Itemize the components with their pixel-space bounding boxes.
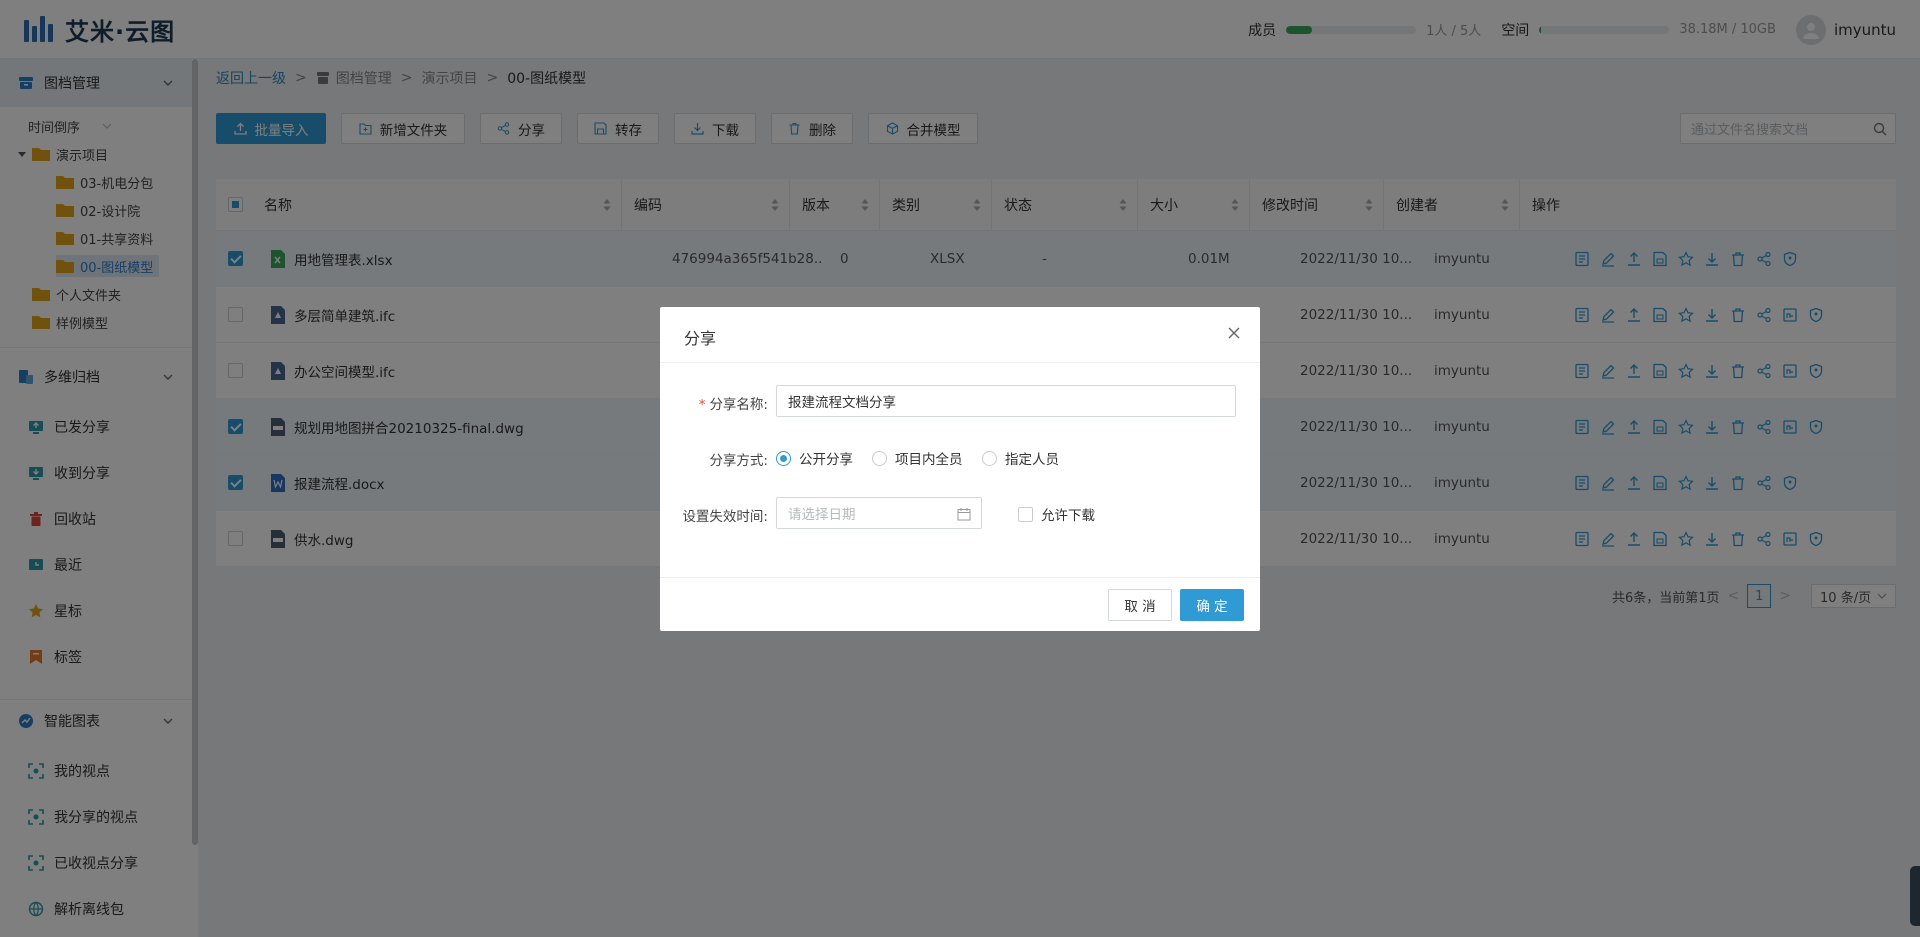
close-icon[interactable] — [1226, 325, 1242, 341]
radio-specified-people[interactable]: 指定人员 — [982, 448, 1059, 468]
radio-public-share[interactable]: 公开分享 — [776, 448, 853, 468]
divider — [660, 362, 1260, 363]
share-name-input[interactable]: 报建流程文档分享 — [776, 385, 1236, 417]
cancel-button[interactable]: 取 消 — [1108, 589, 1172, 621]
confirm-button[interactable]: 确 定 — [1180, 589, 1244, 621]
expire-date-picker[interactable]: 请选择日期 — [776, 497, 982, 529]
share-mode-label: 分享方式: — [709, 453, 768, 469]
expire-time-label: 设置失效时间: — [682, 509, 768, 525]
share-name-label: * 分享名称: — [698, 397, 768, 413]
divider — [660, 577, 1260, 578]
share-dialog: 分享 * 分享名称: 报建流程文档分享 分享方式: 公开分享 项目内全员 指定人员… — [660, 307, 1260, 631]
radio-all-project-members[interactable]: 项目内全员 — [872, 448, 963, 468]
allow-download-checkbox[interactable]: 允许下载 — [1018, 504, 1095, 524]
dialog-title: 分享 — [684, 329, 717, 348]
calendar-icon — [957, 508, 971, 521]
